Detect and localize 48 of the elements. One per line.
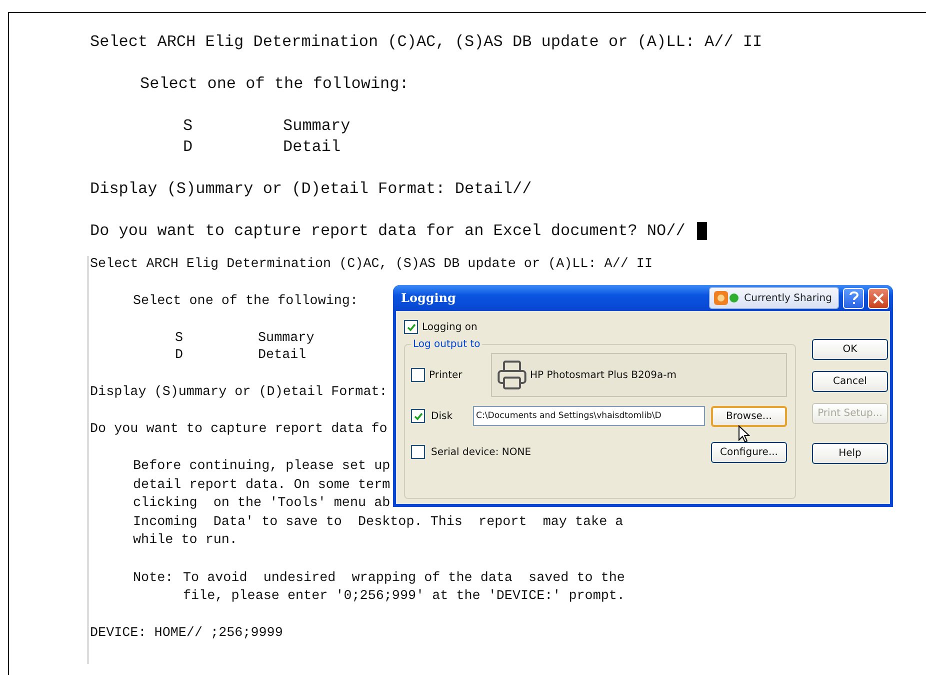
printer-name: HP Photosmart Plus B209a-m <box>530 370 677 380</box>
terminal-text: Display (S)ummary or (D)etail Format: Detail// <box>90 179 532 200</box>
sharing-icon <box>714 291 740 305</box>
checkbox-label[interactable]: Serial device: NONE <box>431 446 705 458</box>
checkbox-label[interactable]: Printer <box>429 370 487 380</box>
checkbox[interactable] <box>404 320 418 334</box>
checkbox[interactable] <box>411 445 425 459</box>
path-field[interactable]: C:\Documents and Settings\vhaisdtomlib\D <box>473 406 705 426</box>
option-key: D <box>183 136 283 158</box>
terminal-text: detail report data. On some term <box>133 476 390 495</box>
configure-button[interactable]: Configure... <box>711 442 787 462</box>
terminal-text: while to run. <box>133 532 238 550</box>
close-icon[interactable] <box>868 288 889 308</box>
printer-icon <box>496 359 528 391</box>
option-label: Detail <box>283 137 341 158</box>
checkbox[interactable] <box>411 368 425 382</box>
terminal-text: file, please enter '0;256;999' at the 'DEVICE:' prompt. <box>183 589 625 604</box>
terminal-text: Display (S)ummary or (D)etail Format: <box>90 384 388 402</box>
checkbox-label[interactable]: Logging on <box>422 322 478 332</box>
checkbox-label[interactable]: Disk <box>431 410 467 422</box>
dialog-button[interactable]: Help <box>812 443 888 464</box>
option-key: S <box>175 330 258 349</box>
terminal-text: DEVICE: HOME// ;256;9999 <box>90 625 283 644</box>
mouse-pointer-icon <box>738 425 750 443</box>
terminal-text: To avoid undesired wrapping of the data saved to the <box>183 570 625 586</box>
option-key: S <box>183 115 283 137</box>
terminal-text: Select one of the following: <box>140 74 409 95</box>
terminal-text: Do you want to capture report data fo <box>90 420 388 439</box>
help-icon[interactable] <box>843 288 864 308</box>
dialog-button[interactable]: OK <box>812 339 888 360</box>
sharing-indicator[interactable]: Currently Sharing <box>709 287 839 309</box>
option-label: Summary <box>283 116 350 137</box>
option-key: D <box>175 346 258 366</box>
terminal-text: Before continuing, please set up <box>133 458 390 476</box>
terminal-text: Select one of the following: <box>133 293 358 312</box>
option-label: Summary <box>258 330 314 348</box>
terminal-text: Do you want to capture report data for an Excel document? NO// <box>90 221 686 242</box>
dialog-button[interactable]: Cancel <box>812 371 888 392</box>
checkbox[interactable] <box>411 409 425 423</box>
terminal-text: Incoming Data' to save to Desktop. This report may take a <box>133 514 624 532</box>
window-title: Logging <box>401 291 457 305</box>
browse-button[interactable]: Browse... <box>711 406 787 426</box>
terminal-text: Select ARCH Elig Determination (C)AC, (S)AS DB update or (A)LL: A// II <box>90 256 652 274</box>
group-label: Log output to <box>412 339 482 350</box>
note-label: Note: <box>133 570 174 588</box>
option-label: Detail <box>258 346 306 365</box>
terminal-text: clicking on the 'Tools' menu ab <box>133 495 390 514</box>
terminal-text: Select ARCH Elig Determination (C)AC, (S)AS DB update or (A)LL: A// II <box>90 32 762 53</box>
